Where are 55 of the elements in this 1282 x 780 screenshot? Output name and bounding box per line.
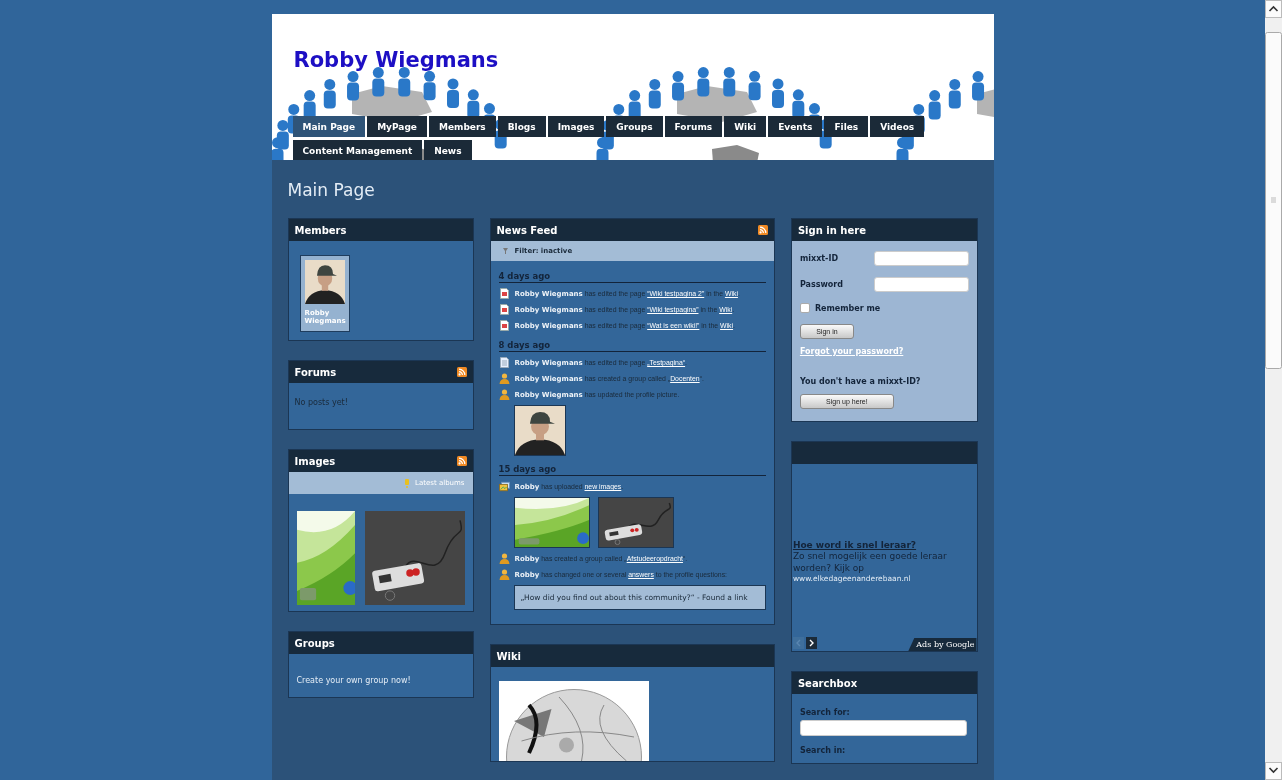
input-field[interactable] xyxy=(873,277,969,292)
checkbox[interactable] xyxy=(799,303,810,313)
panel-title: Groups xyxy=(294,637,335,649)
panel-title: Searchbox xyxy=(797,677,858,689)
nav-tab[interactable]: Files xyxy=(824,116,869,137)
user-icon xyxy=(498,389,510,400)
filter-icon xyxy=(502,248,508,254)
nav-tab[interactable]: Content Management xyxy=(292,140,423,160)
nav-tab[interactable]: Groups xyxy=(606,116,663,137)
images-icon xyxy=(498,481,510,492)
checkbox-label: Remember me xyxy=(814,303,881,313)
nav-tab[interactable]: Main Page xyxy=(292,116,366,137)
page-icon xyxy=(499,304,509,315)
field-label: Password xyxy=(799,280,844,289)
date-heading: 8 days ago xyxy=(498,340,766,352)
panel-title: Members xyxy=(294,224,347,236)
nav-tab[interactable]: Wiki xyxy=(724,116,767,137)
nav-tab[interactable]: Blogs xyxy=(497,116,546,137)
site-title: Robby Wiegmans xyxy=(293,48,499,72)
page-icon xyxy=(499,288,509,299)
ad-text: Zo snel mogelijk een goede leraar worden? Kijk op xyxy=(792,550,948,574)
next-icon[interactable] xyxy=(805,637,817,649)
user-icon xyxy=(498,553,510,564)
input-field[interactable] xyxy=(873,251,969,266)
page-icon xyxy=(499,320,509,331)
nav-tab[interactable]: Events xyxy=(768,116,823,137)
nav-tab[interactable]: Images xyxy=(547,116,605,137)
panel-title: Forums xyxy=(294,366,337,378)
field-label: Search for: xyxy=(799,708,851,717)
panel-title: Wiki xyxy=(496,650,522,662)
nav-tab[interactable]: MyPage xyxy=(367,116,427,137)
nav-tab[interactable]: News xyxy=(424,140,472,160)
nav-tab[interactable]: Videos xyxy=(870,116,925,137)
signup-prompt: You don't have a mixxt-ID? xyxy=(799,377,922,386)
empty-message: No posts yet! xyxy=(294,398,349,407)
panel-title: News Feed xyxy=(496,224,558,236)
nav-tab[interactable]: Members xyxy=(428,116,496,137)
document-icon xyxy=(499,357,509,368)
field-label: Search in: xyxy=(799,746,847,755)
page-title: Main Page xyxy=(287,180,376,202)
avatar xyxy=(304,260,345,304)
panel-title: Images xyxy=(294,455,336,467)
scrollbar[interactable] xyxy=(1265,0,1282,780)
search-field[interactable] xyxy=(799,720,967,736)
panel-title: Sign in here xyxy=(797,224,866,236)
date-heading: 4 days ago xyxy=(498,271,766,283)
nav-tab[interactable]: Forums xyxy=(664,116,723,137)
create-group-link[interactable]: Create your own group now! xyxy=(296,676,411,685)
date-heading: 15 days ago xyxy=(498,464,766,476)
user-icon xyxy=(498,569,510,580)
exclamation-icon xyxy=(404,478,411,488)
avatar xyxy=(514,406,565,455)
field-label: mixxt-ID xyxy=(799,254,839,263)
user-icon xyxy=(498,373,510,384)
ads-badge[interactable]: Ads by Google xyxy=(908,638,977,651)
